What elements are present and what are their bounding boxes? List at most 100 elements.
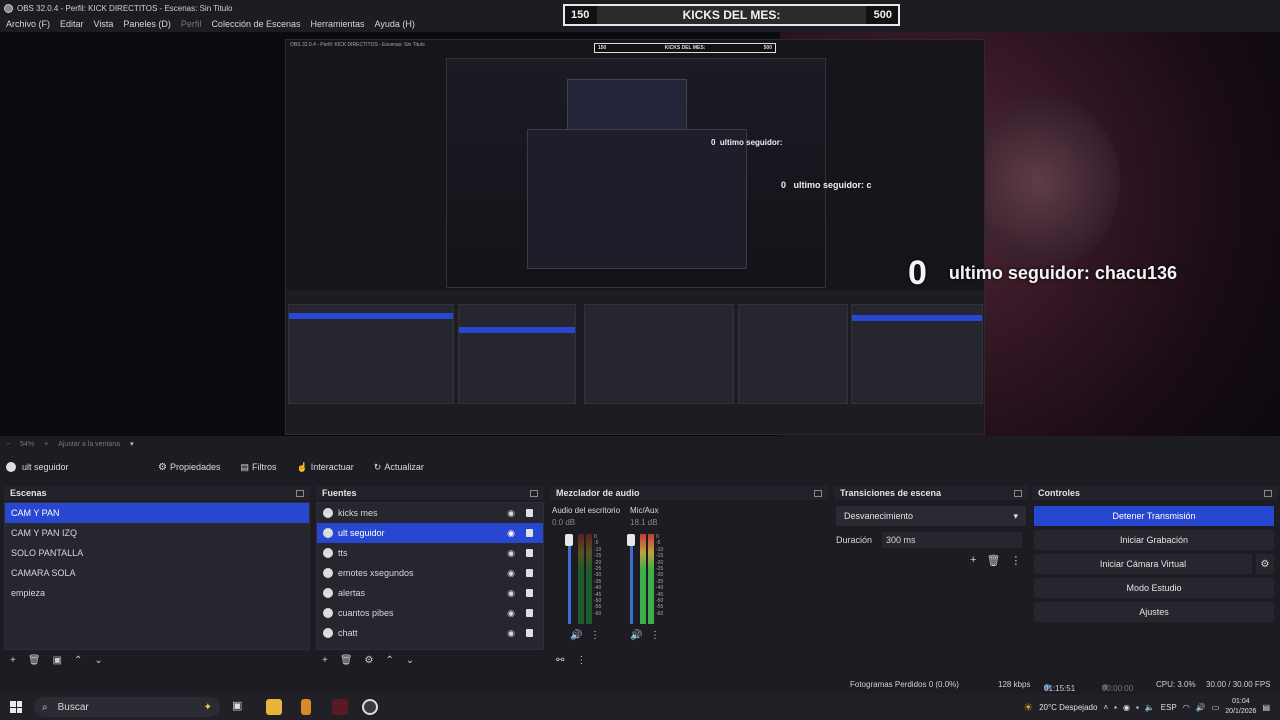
obs-taskbar-icon[interactable]: [362, 699, 378, 715]
zoom-out-icon[interactable]: −: [6, 441, 10, 448]
speaker-icon[interactable]: 🔊: [570, 630, 582, 641]
speaker-icon[interactable]: 🔈: [1145, 703, 1155, 712]
studio-mode-button[interactable]: Modo Estudio: [1034, 578, 1274, 598]
clock[interactable]: 01:04 20/1/2026: [1225, 697, 1256, 717]
move-up-icon[interactable]: ⌃: [74, 655, 82, 666]
eye-icon[interactable]: ◉: [507, 608, 515, 619]
menu-file[interactable]: Archivo (F): [6, 19, 50, 29]
sources-dock: Fuentes kicks mes ◉ ult seguidor ◉ tts ◉ em…: [316, 486, 544, 670]
tray-icon[interactable]: ◉: [1123, 703, 1130, 712]
undock-icon[interactable]: [814, 489, 822, 497]
eye-icon[interactable]: ◉: [507, 508, 515, 519]
eye-icon[interactable]: ◉: [507, 628, 515, 639]
fader-knob[interactable]: [627, 534, 635, 546]
speaker-icon[interactable]: 🔊: [630, 630, 642, 641]
source-item[interactable]: alertas ◉: [317, 583, 543, 603]
properties-button[interactable]: ⚙ Propiedades: [152, 460, 227, 475]
source-item[interactable]: chatt ◉: [317, 623, 543, 643]
lock-icon[interactable]: [526, 629, 533, 637]
taskbar-search[interactable]: ⌕ Buscar ✦: [34, 697, 220, 717]
preview-canvas[interactable]: OBS 32.0.4 - Perfil: KICK DIRECTITOS - E…: [0, 32, 1280, 436]
lock-icon[interactable]: [526, 589, 533, 597]
move-up-icon[interactable]: ⌃: [386, 655, 394, 666]
menu-tools[interactable]: Herramientas: [311, 19, 365, 29]
move-down-icon[interactable]: ⌄: [406, 655, 414, 666]
move-down-icon[interactable]: ⌄: [94, 655, 102, 666]
gear-icon[interactable]: ⚙: [1256, 554, 1274, 574]
source-item[interactable]: emotes xsegundos ◉: [317, 563, 543, 583]
settings-button[interactable]: Ajustes: [1034, 602, 1274, 622]
chevron-down-icon[interactable]: ▾: [130, 440, 134, 448]
tray-icon[interactable]: ▪: [1136, 703, 1139, 712]
volume-fader[interactable]: [630, 534, 633, 624]
more-icon[interactable]: ⋮: [650, 630, 660, 641]
more-icon[interactable]: ⋮: [576, 655, 586, 666]
duration-input[interactable]: 300 ms: [882, 532, 1023, 548]
add-icon[interactable]: +: [970, 554, 976, 567]
start-recording-button[interactable]: Iniciar Grabación: [1034, 530, 1274, 550]
lock-icon[interactable]: [526, 609, 533, 617]
trash-icon[interactable]: 🗑: [986, 554, 1000, 567]
fit-to-window[interactable]: Ajustar a la ventana: [58, 441, 120, 448]
task-view-icon[interactable]: ▣: [232, 699, 248, 715]
scene-item[interactable]: CAM Y PAN: [5, 503, 309, 523]
eye-icon[interactable]: ◉: [507, 588, 515, 599]
eye-icon[interactable]: ◉: [507, 528, 515, 539]
weather-text[interactable]: 20°C Despejado: [1039, 703, 1097, 712]
volume-icon[interactable]: 🔊: [1196, 703, 1206, 712]
lock-icon[interactable]: [526, 509, 533, 517]
more-icon[interactable]: ⋮: [590, 630, 600, 641]
menu-docks[interactable]: Paneles (D): [123, 19, 171, 29]
source-item[interactable]: ult seguidor ◉: [317, 523, 543, 543]
eye-icon[interactable]: ◉: [507, 548, 515, 559]
filter-icon[interactable]: ▣: [53, 655, 62, 666]
windows-start-icon[interactable]: [10, 701, 22, 713]
menu-help[interactable]: Ayuda (H): [375, 19, 415, 29]
battery-icon[interactable]: ▭: [1212, 703, 1220, 712]
scene-item[interactable]: empieza: [5, 583, 309, 603]
scene-item[interactable]: SOLO PANTALLA: [5, 543, 309, 563]
filters-button[interactable]: ▤ Filtros: [235, 460, 283, 475]
fader-knob[interactable]: [565, 534, 573, 546]
brave-browser-icon[interactable]: [301, 699, 311, 715]
transition-select[interactable]: Desvanecimiento ▾: [836, 506, 1026, 526]
source-item[interactable]: cuantos pibes ◉: [317, 603, 543, 623]
undock-icon[interactable]: [1014, 489, 1022, 497]
source-item[interactable]: kicks mes ◉: [317, 503, 543, 523]
trash-icon[interactable]: 🗑: [28, 655, 41, 666]
link-icon[interactable]: ⚯: [556, 655, 564, 666]
more-icon[interactable]: ⋮: [1010, 554, 1021, 567]
menu-scene-collection[interactable]: Colección de Escenas: [211, 19, 300, 29]
wifi-icon[interactable]: ◠: [1183, 703, 1190, 712]
undock-icon[interactable]: [296, 489, 304, 497]
source-item[interactable]: tts ◉: [317, 543, 543, 563]
menu-profile[interactable]: Perfil: [181, 19, 202, 29]
trash-icon[interactable]: 🗑: [340, 655, 353, 666]
start-virtual-camera-button[interactable]: Iniciar Cámara Virtual: [1034, 554, 1252, 574]
lock-icon[interactable]: [526, 529, 533, 537]
eye-icon[interactable]: ◉: [507, 568, 515, 579]
menu-edit[interactable]: Editar: [60, 19, 84, 29]
undock-icon[interactable]: [530, 489, 538, 497]
lock-icon[interactable]: [526, 549, 533, 557]
chevron-up-icon[interactable]: ˄: [1103, 703, 1108, 712]
undock-icon[interactable]: [1264, 489, 1272, 497]
interact-button[interactable]: ☝ Interactuar: [291, 460, 360, 475]
channel-db: 0.0 dB: [552, 518, 576, 527]
zoom-in-icon[interactable]: +: [44, 441, 48, 448]
add-icon[interactable]: +: [322, 655, 328, 666]
app-icon[interactable]: [332, 699, 348, 715]
notification-icon[interactable]: ▤: [1262, 703, 1270, 712]
language-indicator[interactable]: ESP: [1161, 703, 1177, 712]
volume-fader[interactable]: [568, 534, 571, 624]
lock-icon[interactable]: [526, 569, 533, 577]
scene-item[interactable]: CAM Y PAN IZQ: [5, 523, 309, 543]
tray-icon[interactable]: ▪: [1114, 703, 1117, 712]
gear-icon[interactable]: ⚙: [365, 655, 374, 666]
scene-item[interactable]: CAMARA SOLA: [5, 563, 309, 583]
stop-stream-button[interactable]: Detener Transmisión: [1034, 506, 1274, 526]
file-explorer-icon[interactable]: [266, 699, 282, 715]
refresh-button[interactable]: ↻ Actualizar: [368, 460, 430, 475]
add-icon[interactable]: +: [10, 655, 16, 666]
menu-view[interactable]: Vista: [94, 19, 114, 29]
